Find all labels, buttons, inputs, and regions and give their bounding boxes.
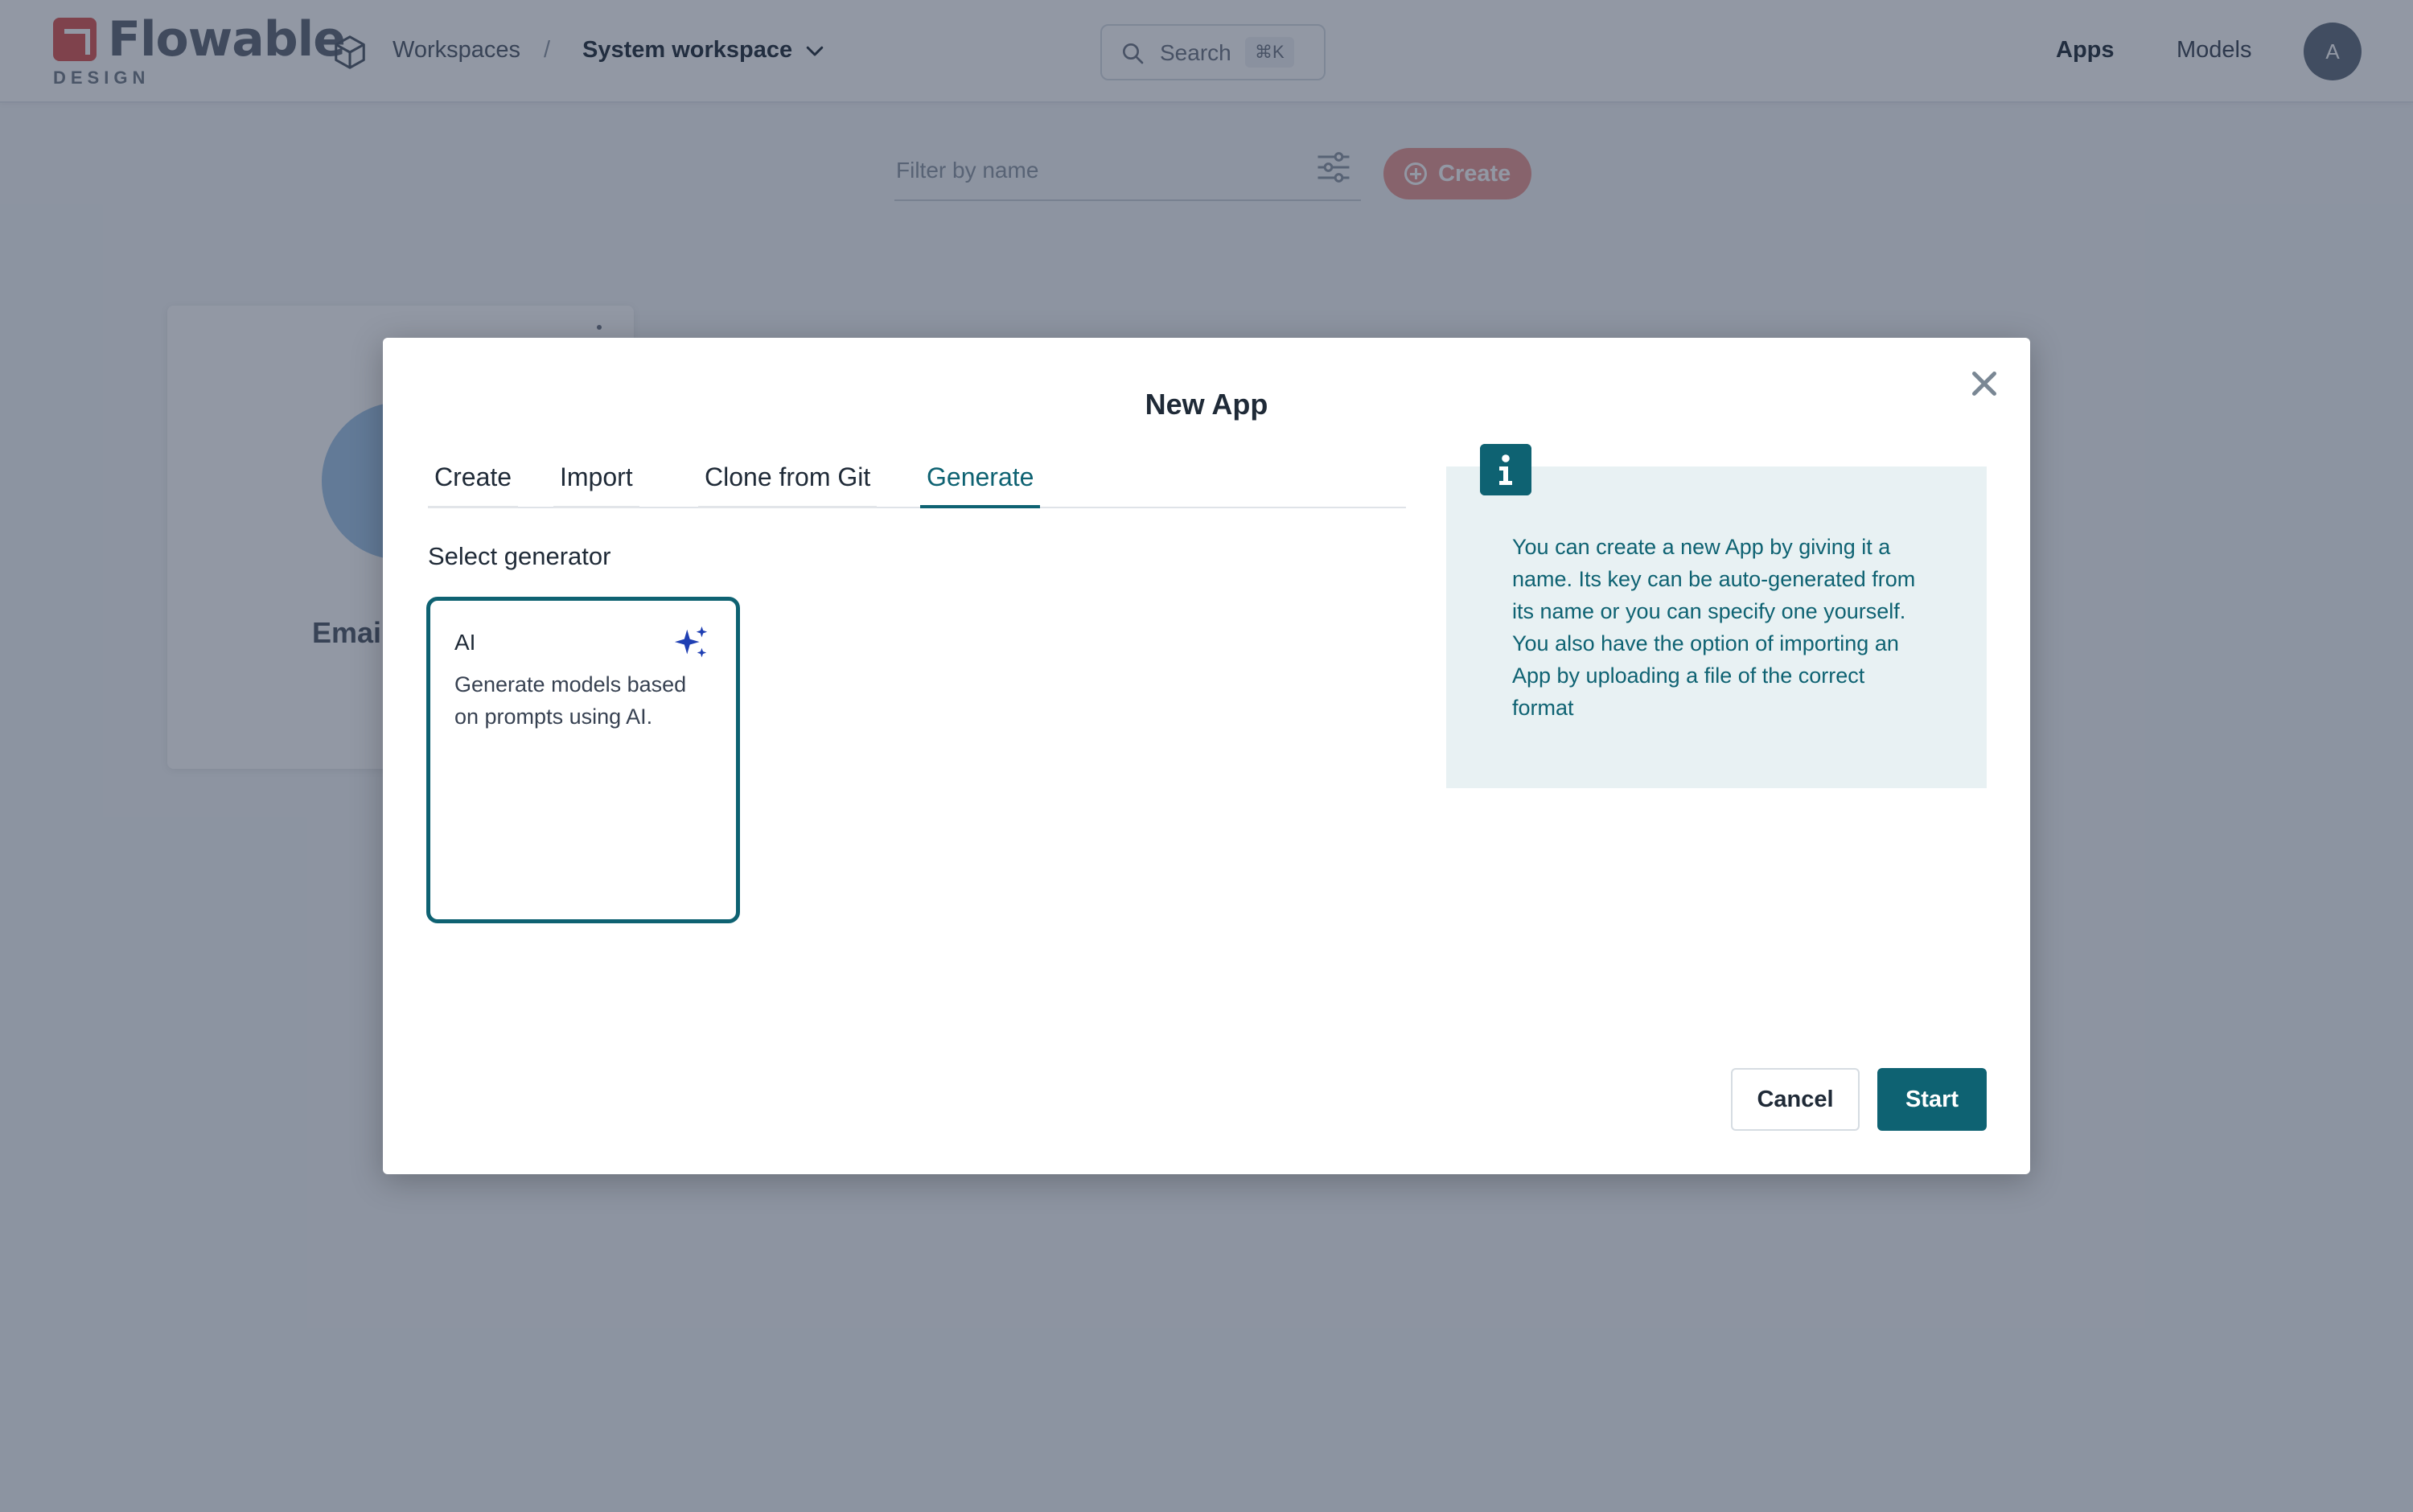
sparkle-icon — [674, 626, 708, 658]
tab-generate[interactable]: Generate — [920, 457, 1041, 508]
info-icon — [1480, 444, 1531, 495]
dialog-title: New App — [1145, 388, 1268, 421]
generator-card-ai[interactable]: AI Generate models based on prompts usin… — [426, 597, 740, 923]
tab-create[interactable]: Create — [428, 457, 519, 508]
dialog-tabs: Create Import Clone from Git Generate — [428, 457, 1406, 508]
new-app-dialog: New App Create Import Clone from Git Gen… — [383, 338, 2030, 1174]
tab-import[interactable]: Import — [553, 457, 639, 508]
select-generator-label: Select generator — [428, 542, 611, 570]
cancel-button[interactable]: Cancel — [1731, 1068, 1860, 1131]
close-icon[interactable] — [1964, 364, 2004, 404]
generator-description: Generate models based on prompts using A… — [454, 672, 687, 729]
start-button[interactable]: Start — [1877, 1068, 1987, 1131]
tab-clone-from-git[interactable]: Clone from Git — [698, 457, 878, 508]
generator-title: AI — [454, 630, 476, 655]
info-text: You can create a new App by giving it a … — [1512, 535, 1916, 720]
